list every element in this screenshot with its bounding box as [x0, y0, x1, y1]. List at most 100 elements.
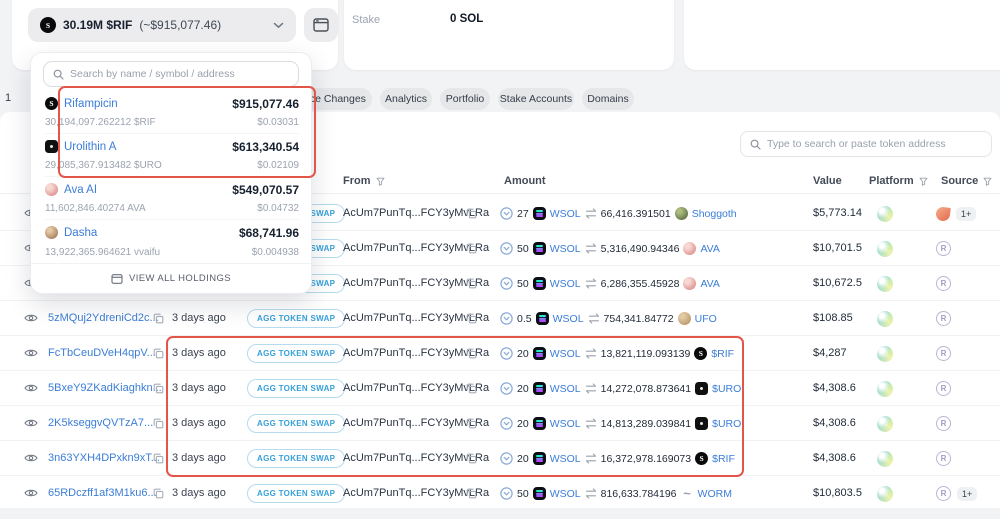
wsol-icon: [533, 277, 546, 290]
copy-icon[interactable]: [466, 453, 477, 467]
window-icon: [111, 274, 123, 284]
action-badge[interactable]: AGG TOKEN SWAP: [247, 379, 345, 398]
copy-icon[interactable]: [153, 453, 164, 467]
signature-link[interactable]: 3n63YXH4DPxkn9xT...: [48, 441, 160, 476]
search-icon: [750, 139, 761, 150]
signature-link[interactable]: FcTbCeuDVeH4qpV...: [48, 336, 156, 371]
swap-icon: [585, 383, 597, 394]
copy-icon[interactable]: [466, 278, 477, 292]
holdings-search-box[interactable]: [43, 61, 299, 87]
signature-link[interactable]: 5BxeY9ZKadKiaghkn...: [48, 371, 162, 406]
copy-icon[interactable]: [466, 348, 477, 362]
holding-value: $549,070.57: [232, 183, 299, 197]
copy-icon[interactable]: [153, 348, 164, 362]
wsol-link[interactable]: WSOL: [550, 418, 581, 430]
copy-icon[interactable]: [153, 313, 164, 327]
holding-name-link[interactable]: Ava AI: [64, 184, 97, 196]
holdings-search-input[interactable]: [70, 68, 289, 80]
action-badge[interactable]: AGG TOKEN SWAP: [247, 484, 345, 503]
token-icon: [681, 487, 694, 500]
eye-icon[interactable]: [24, 418, 38, 431]
holding-item[interactable]: Ava AI $549,070.57 11,602,846.40274 AVA …: [45, 177, 299, 220]
tab-fragment: 1: [5, 92, 11, 104]
token-link[interactable]: WORM: [698, 488, 732, 500]
value-cell: $10,803.5: [813, 476, 862, 508]
token-icon: [694, 347, 707, 360]
copy-icon[interactable]: [153, 488, 164, 502]
eye-icon[interactable]: [24, 383, 38, 396]
action-badge[interactable]: AGG TOKEN SWAP: [247, 449, 345, 468]
rif-token-icon: [40, 17, 56, 33]
holding-name-link[interactable]: Urolithin A: [64, 141, 116, 153]
tab-stake-accounts[interactable]: Stake Accounts: [498, 88, 574, 110]
holding-name-link[interactable]: Rifampicin: [64, 98, 118, 110]
holding-item[interactable]: Urolithin A $613,340.54 29,085,367.91348…: [45, 134, 299, 177]
eye-icon[interactable]: [24, 313, 38, 326]
copy-icon[interactable]: [466, 313, 477, 327]
token-link[interactable]: Shoggoth: [692, 208, 737, 220]
tab-domains[interactable]: Domains: [582, 88, 634, 110]
direction-icon: [500, 312, 513, 325]
token-link[interactable]: $RIF: [711, 348, 734, 360]
eye-icon[interactable]: [24, 348, 38, 361]
wsol-link[interactable]: WSOL: [550, 348, 581, 360]
signature-link[interactable]: 65RDczff1af3M1ku6...: [48, 476, 157, 508]
signature-link[interactable]: 5zMQuj2YdreniCd2c...: [48, 301, 159, 336]
copy-icon[interactable]: [153, 383, 164, 397]
wsol-link[interactable]: WSOL: [550, 278, 581, 290]
action-badge[interactable]: AGG TOKEN SWAP: [247, 344, 345, 363]
wsol-link[interactable]: WSOL: [550, 243, 581, 255]
token-link[interactable]: $URO: [712, 418, 741, 430]
source-icon: [936, 381, 951, 396]
amount-cell: 27 WSOL 66,416.391501 Shoggoth: [500, 196, 737, 231]
holding-item[interactable]: Dasha $68,741.96 13,922,365.964621 vvaif…: [45, 220, 299, 263]
header-platform[interactable]: Platform: [869, 175, 928, 187]
direction-icon: [500, 242, 513, 255]
wsol-icon: [533, 207, 546, 220]
source-cell: [936, 406, 951, 441]
portfolio-window-button[interactable]: [304, 8, 338, 42]
header-from[interactable]: From: [343, 175, 385, 187]
token-link[interactable]: $RIF: [712, 453, 735, 465]
wsol-link[interactable]: WSOL: [550, 208, 581, 220]
eye-icon[interactable]: [24, 488, 38, 501]
token-link[interactable]: AVA: [700, 278, 719, 290]
eye-icon[interactable]: [24, 453, 38, 466]
swap-icon: [585, 488, 597, 499]
wsol-link[interactable]: WSOL: [550, 383, 581, 395]
row-age: 3 days ago: [172, 441, 226, 476]
token-search-input[interactable]: [767, 138, 982, 150]
signature-link[interactable]: 2K5kseggvQVTzA7...: [48, 406, 153, 441]
token-search-box[interactable]: [740, 131, 992, 157]
view-all-holdings-button[interactable]: VIEW ALL HOLDINGS: [31, 263, 311, 293]
header-source[interactable]: Source: [941, 175, 992, 187]
stake-label: Stake: [352, 14, 380, 26]
tab-portfolio[interactable]: Portfolio: [440, 88, 490, 110]
wsol-link[interactable]: WSOL: [553, 313, 584, 325]
tab-analytics[interactable]: Analytics: [380, 88, 432, 110]
token-link[interactable]: $URO: [712, 383, 741, 395]
search-icon: [53, 69, 64, 80]
source-icon: [935, 206, 951, 222]
copy-icon[interactable]: [466, 488, 477, 502]
swap-icon: [585, 453, 597, 464]
copy-icon[interactable]: [153, 418, 164, 432]
window-icon: [313, 18, 329, 32]
token-link[interactable]: UFO: [695, 313, 717, 325]
token-selector-trigger[interactable]: 30.19M $RIF (~$915,077.46): [28, 8, 296, 42]
holding-name-link[interactable]: Dasha: [64, 227, 97, 239]
action-badge[interactable]: AGG TOKEN SWAP: [247, 309, 345, 328]
copy-icon[interactable]: [466, 418, 477, 432]
source-icon: [936, 276, 951, 291]
source-cell: [936, 336, 951, 371]
stake-value: 0 SOL: [450, 13, 483, 25]
wsol-link[interactable]: WSOL: [550, 488, 581, 500]
copy-icon[interactable]: [466, 243, 477, 257]
holding-item[interactable]: Rifampicin $915,077.46 30,194,097.262212…: [45, 91, 299, 134]
copy-icon[interactable]: [466, 383, 477, 397]
copy-icon[interactable]: [466, 208, 477, 222]
token-link[interactable]: AVA: [700, 243, 719, 255]
wsol-link[interactable]: WSOL: [550, 453, 581, 465]
platform-icon: [877, 381, 893, 397]
action-badge[interactable]: AGG TOKEN SWAP: [247, 414, 345, 433]
